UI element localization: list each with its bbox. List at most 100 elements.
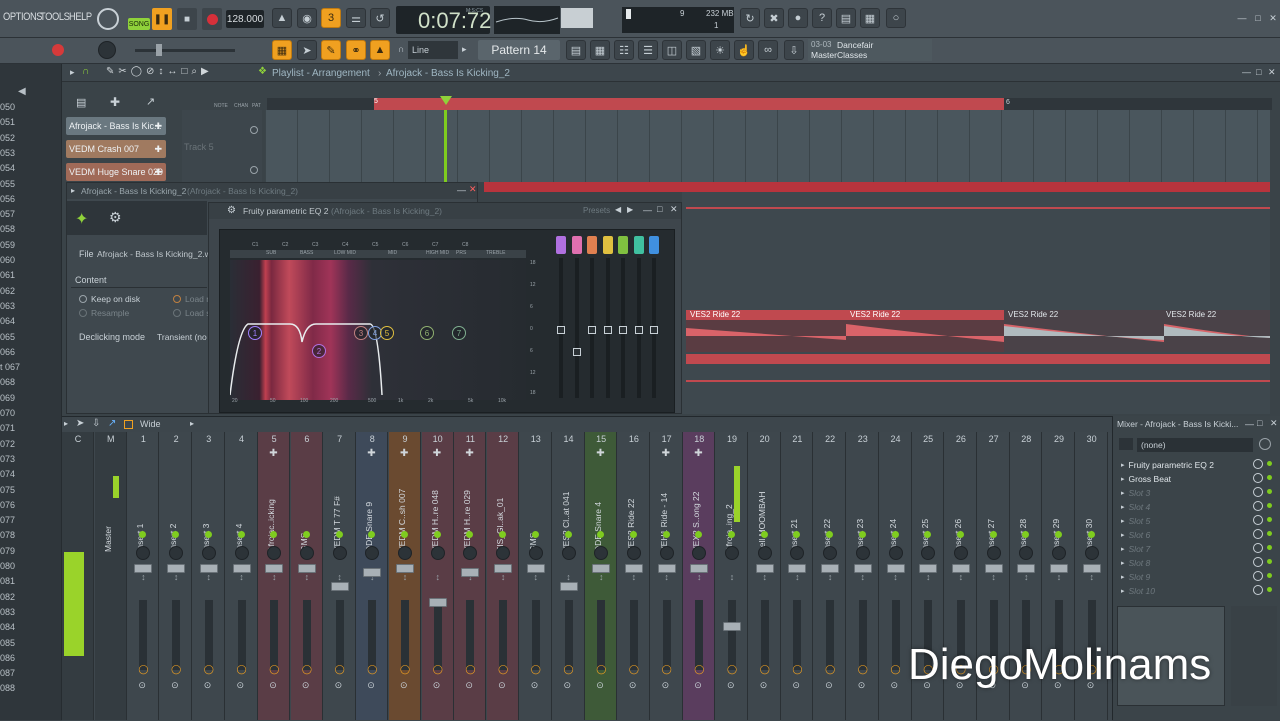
strip-name[interactable]: VEX2 S..ong 22 (691, 462, 707, 553)
volume-fader[interactable] (433, 600, 442, 670)
pan-knob[interactable] (398, 546, 412, 560)
pan-knob[interactable] (823, 546, 838, 560)
mixer-strip[interactable]: 7 VEDM T 77 F# ↕ ◯ ⊙ (323, 432, 356, 720)
fader-handle[interactable] (690, 564, 709, 573)
fader-handle[interactable] (723, 622, 741, 631)
strip-name[interactable]: Insert 24 (888, 462, 904, 552)
effect-slot[interactable]: ▸ Slot 9 (1121, 570, 1272, 583)
help-icon[interactable]: ? (812, 8, 832, 28)
mixer-strip[interactable]: 4 Insert 4 ↕ ◯ ⊙ (225, 432, 258, 720)
mixer-strip[interactable]: 20 bell MOOMBAH ↕ ◯ ⊙ (748, 432, 781, 720)
record-arm-icon[interactable]: ⊙ (171, 680, 179, 691)
fader-handle[interactable] (650, 326, 658, 334)
stereo-icon[interactable]: ↕ (594, 572, 608, 584)
volume-fader[interactable] (728, 600, 736, 670)
mute-led[interactable] (629, 531, 637, 538)
mute-led[interactable] (989, 531, 997, 538)
volume-fader[interactable] (401, 600, 409, 670)
touch-icon[interactable]: ☝ (734, 40, 754, 60)
record-arm-icon[interactable]: ⊙ (858, 680, 866, 691)
mixer-strip[interactable]: M Master (94, 432, 127, 720)
stereo-icon[interactable]: ↕ (758, 572, 772, 584)
pan-knob[interactable] (790, 546, 805, 560)
record-arm-icon[interactable]: ⊙ (465, 680, 473, 691)
stereo-icon[interactable]: ↕ (496, 572, 510, 584)
strip-name[interactable]: Insert 1 (135, 462, 151, 552)
pencil-icon[interactable]: ✎ (321, 40, 341, 60)
track-mute-icon[interactable] (250, 126, 258, 134)
route-icon[interactable]: ◯ (825, 664, 835, 675)
eq-band-tab[interactable] (556, 236, 566, 254)
clip-lane[interactable]: VES2 Ride 22 VES2 Ride 22 VES2 Ride 22 V… (686, 310, 1270, 352)
volume-fader[interactable] (695, 600, 704, 670)
pan-knob[interactable] (986, 546, 1001, 560)
volume-fader[interactable] (466, 600, 475, 670)
close-icon[interactable]: ✕ (469, 184, 477, 195)
fader-handle[interactable] (559, 582, 578, 591)
mixer-strip[interactable]: 10 VEDM H..re 048 ↕ ◯ ⊙ ✚ (421, 432, 454, 720)
bulb-icon[interactable]: ☀ (710, 40, 730, 60)
stereo-icon[interactable]: ↕ (692, 572, 706, 584)
route-icon[interactable]: ◯ (433, 664, 443, 675)
mute-led[interactable] (401, 531, 408, 538)
routing-plus-icon[interactable]: ✚ (465, 448, 473, 459)
eq-band-node[interactable]: 7 (452, 326, 466, 340)
layout-icon[interactable] (124, 420, 133, 429)
pan-knob[interactable] (953, 546, 968, 560)
pan-knob[interactable] (299, 546, 314, 560)
volume-fader[interactable] (499, 600, 508, 670)
preset-icon[interactable] (1119, 438, 1133, 450)
minimize-icon[interactable]: — (1236, 12, 1248, 24)
stamp-icon[interactable]: ▲ (370, 40, 390, 60)
channel-rack-icon[interactable]: ☷ (614, 40, 634, 60)
route-icon[interactable]: ◯ (760, 664, 770, 675)
slot-arrow-icon[interactable]: ▸ (1121, 489, 1125, 497)
record-arm-icon[interactable]: ⊙ (531, 680, 539, 691)
mixer-strip[interactable]: 17 VEH1 Ride - 14 ↕ ◯ ⊙ ✚ (650, 432, 683, 720)
volume-fader[interactable] (531, 600, 540, 670)
mixer-strip[interactable]: 18 VEX2 S..ong 22 ↕ ◯ ⊙ ✚ (683, 432, 716, 720)
record-arm-icon[interactable]: ⊙ (629, 680, 637, 691)
slot-power-icon[interactable] (1253, 529, 1263, 539)
audio-clip-bar[interactable] (686, 354, 1270, 364)
strip-name[interactable]: DDE Snare 4 (593, 462, 609, 552)
mixer-icon[interactable]: ☰ (638, 40, 658, 60)
pan-knob[interactable] (234, 546, 249, 560)
mic-icon[interactable]: ● (788, 8, 808, 28)
fader-handle[interactable] (232, 564, 251, 573)
volume-fader[interactable] (760, 600, 769, 670)
slot-arrow-icon[interactable]: ▸ (1121, 587, 1125, 595)
picker-move-icon[interactable]: ✚ (110, 95, 120, 109)
slot-power-icon[interactable] (1253, 543, 1263, 553)
route-icon[interactable]: ◯ (237, 664, 247, 675)
resample-radio[interactable] (79, 309, 87, 317)
stereo-icon[interactable]: ↕ (1052, 572, 1066, 584)
stereo-icon[interactable]: ↕ (889, 572, 903, 584)
record-button[interactable] (202, 8, 222, 30)
menu-tools[interactable]: TOOLS (40, 11, 70, 23)
mute-led[interactable] (728, 531, 735, 538)
playlist-snap-icon[interactable]: ▦ (272, 40, 292, 60)
pan-knob[interactable] (757, 546, 772, 560)
strip-name[interactable]: Insert 30 (1084, 462, 1100, 552)
eq-band-node[interactable]: 6 (420, 326, 434, 340)
stereo-icon[interactable]: ↕ (987, 572, 1001, 584)
slot-mix-led[interactable] (1267, 475, 1272, 480)
volume-fader[interactable] (237, 600, 246, 670)
browser-icon[interactable]: ◫ (662, 40, 682, 60)
play-button[interactable]: ❚❚ (152, 8, 172, 30)
volume-fader[interactable] (662, 600, 671, 670)
fader-handle[interactable] (788, 564, 807, 573)
mute-led[interactable] (335, 531, 343, 538)
magnet-icon[interactable]: ∩ (82, 66, 89, 77)
eq-band-node[interactable]: 1 (248, 326, 262, 340)
chat-icon[interactable]: ○ (886, 8, 906, 28)
piano-roll-icon[interactable]: ▦ (590, 40, 610, 60)
route-icon[interactable]: ◯ (531, 664, 541, 675)
slot-power-icon[interactable] (1253, 557, 1263, 567)
presets-button[interactable]: Presets (583, 206, 610, 215)
pan-knob[interactable] (561, 546, 576, 560)
strip-name[interactable]: VES2 Cl..at 041 (561, 462, 577, 552)
step-edit-icon[interactable]: 3 (321, 8, 341, 28)
route-icon[interactable]: ◯ (858, 664, 868, 675)
